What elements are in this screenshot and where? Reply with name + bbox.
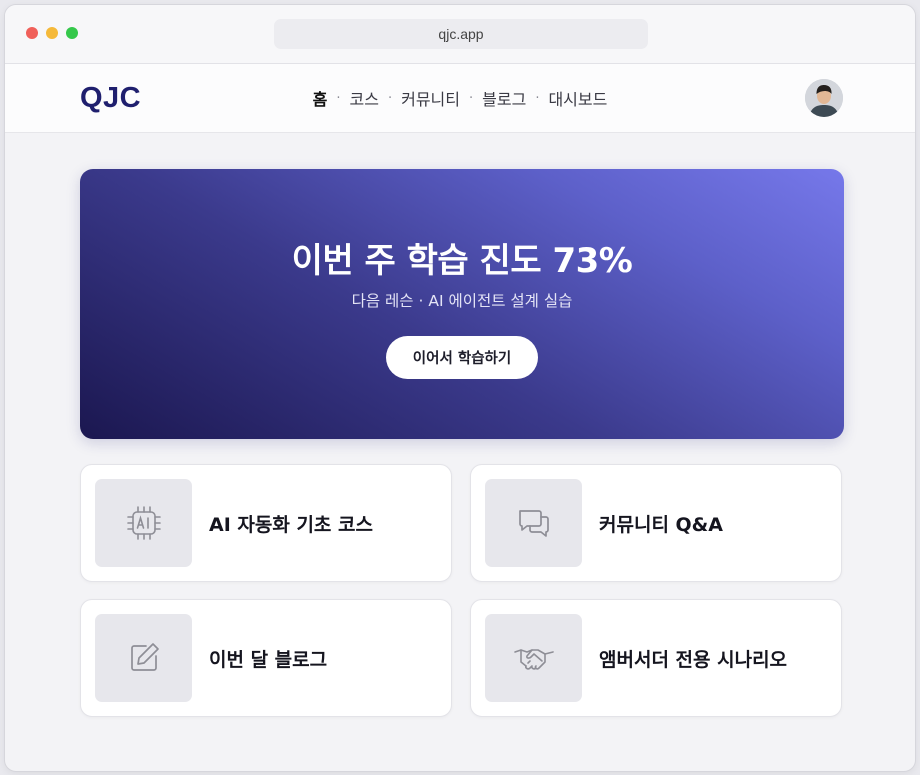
nav-separator: ·	[535, 90, 540, 106]
card-thumbnail	[95, 614, 192, 702]
browser-titlebar: qjc.app	[5, 5, 915, 64]
avatar-photo-icon	[805, 79, 843, 117]
card-ai-automation-course[interactable]: AI 자동화 기초 코스	[80, 464, 452, 582]
card-thumbnail	[485, 479, 582, 567]
card-label: 커뮤니티 Q&A	[599, 513, 723, 536]
card-label: 이번 달 블로그	[209, 648, 328, 671]
address-bar-url: qjc.app	[438, 26, 484, 42]
edit-pen-icon	[130, 643, 159, 671]
weekly-progress-title: 이번 주 학습 진도 73%	[291, 241, 633, 281]
close-window-button[interactable]	[26, 27, 38, 39]
maximize-window-button[interactable]	[66, 27, 78, 39]
nav-item-community[interactable]: 커뮤니티	[401, 86, 460, 110]
card-monthly-blog[interactable]: 이번 달 블로그	[80, 599, 452, 717]
card-thumbnail	[485, 614, 582, 702]
continue-learning-button[interactable]: 이어서 학습하기	[386, 336, 538, 379]
nav-separator: ·	[469, 90, 474, 106]
ai-chip-icon	[126, 506, 161, 540]
card-community-qa[interactable]: 커뮤니티 Q&A	[470, 464, 842, 582]
address-bar[interactable]: qjc.app	[274, 19, 648, 49]
card-label: AI 자동화 기초 코스	[209, 513, 373, 536]
nav-separator: ·	[336, 90, 341, 106]
next-lesson-subtitle: 다음 레슨 · AI 에이전트 설계 실습	[351, 292, 573, 310]
nav-item-courses[interactable]: 코스	[350, 86, 379, 110]
browser-window: qjc.app QJC 홈 · 코스 · 커뮤니티 · 블로그 · 대시보드 이…	[4, 4, 916, 772]
site-header: QJC 홈 · 코스 · 커뮤니티 · 블로그 · 대시보드	[5, 64, 915, 133]
card-label: 앰버서더 전용 시나리오	[599, 648, 788, 671]
chat-bubbles-icon	[518, 510, 549, 537]
minimize-window-button[interactable]	[46, 27, 58, 39]
nav-separator: ·	[387, 90, 393, 106]
user-avatar[interactable]	[805, 79, 843, 117]
nav-item-blog[interactable]: 블로그	[482, 86, 526, 110]
card-ambassador-scenario[interactable]: 앰버서더 전용 시나리오	[470, 599, 842, 717]
nav-item-home[interactable]: 홈	[313, 86, 328, 110]
main-nav: 홈 · 코스 · 커뮤니티 · 블로그 · 대시보드	[5, 64, 915, 132]
handshake-icon	[513, 649, 554, 670]
progress-hero-banner: 이번 주 학습 진도 73% 다음 레슨 · AI 에이전트 설계 실습 이어서…	[80, 169, 844, 439]
nav-item-dashboard[interactable]: 대시보드	[548, 86, 607, 110]
card-thumbnail	[95, 479, 192, 567]
